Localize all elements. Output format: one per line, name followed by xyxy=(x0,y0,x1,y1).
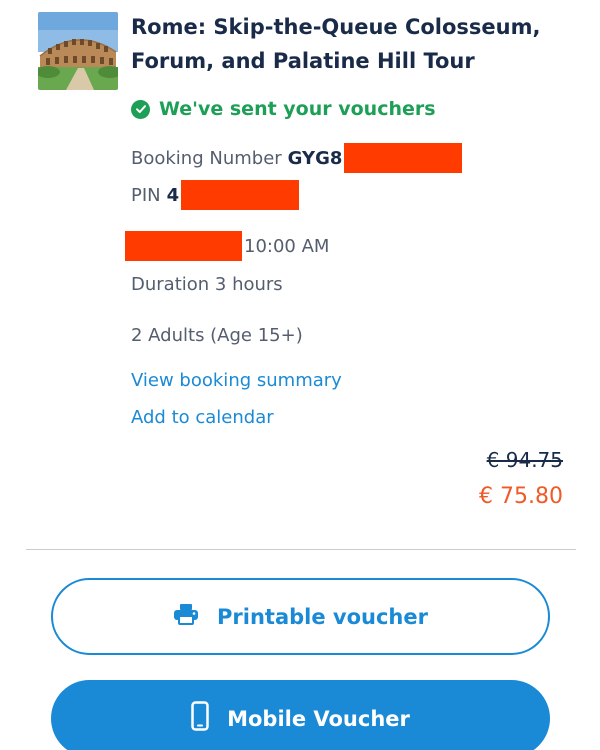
redaction-block xyxy=(125,231,242,261)
redaction-block xyxy=(181,180,300,210)
voucher-status-text: We've sent your vouchers xyxy=(159,98,436,120)
booking-number-row: Booking Number GYG8 xyxy=(131,143,463,173)
pin-label: PIN xyxy=(131,184,161,206)
tour-thumbnail xyxy=(38,12,118,90)
booking-time: 10:00 AM xyxy=(244,235,330,257)
tour-title: Rome: Skip-the-Queue Colosseum, Forum, a… xyxy=(131,15,541,73)
booking-number-value: GYG8 xyxy=(287,147,343,169)
duration: Duration 3 hours xyxy=(131,274,283,295)
printable-voucher-label: Printable voucher xyxy=(217,604,428,629)
original-price: € 94.75 xyxy=(486,448,563,472)
date-time-row: 10:00 AM xyxy=(125,231,329,261)
pin-row: PIN 4 xyxy=(131,180,300,210)
add-to-calendar-link[interactable]: Add to calendar xyxy=(131,407,274,428)
booking-number-label: Booking Number xyxy=(131,147,282,169)
check-circle-icon xyxy=(131,99,150,119)
printer-icon xyxy=(173,603,199,630)
redaction-block xyxy=(344,143,463,173)
view-booking-summary-link[interactable]: View booking summary xyxy=(131,370,342,391)
divider xyxy=(26,549,576,550)
voucher-status: We've sent your vouchers xyxy=(131,98,436,120)
discounted-price: € 75.80 xyxy=(479,484,563,509)
participants: 2 Adults (Age 15+) xyxy=(131,325,303,346)
printable-voucher-button[interactable]: Printable voucher xyxy=(51,578,550,655)
colosseum-photo xyxy=(38,12,118,90)
mobile-voucher-label: Mobile Voucher xyxy=(227,706,410,731)
pin-value: 4 xyxy=(166,184,180,206)
mobile-voucher-button[interactable]: Mobile Voucher xyxy=(51,680,550,750)
mobile-phone-icon xyxy=(191,701,209,736)
